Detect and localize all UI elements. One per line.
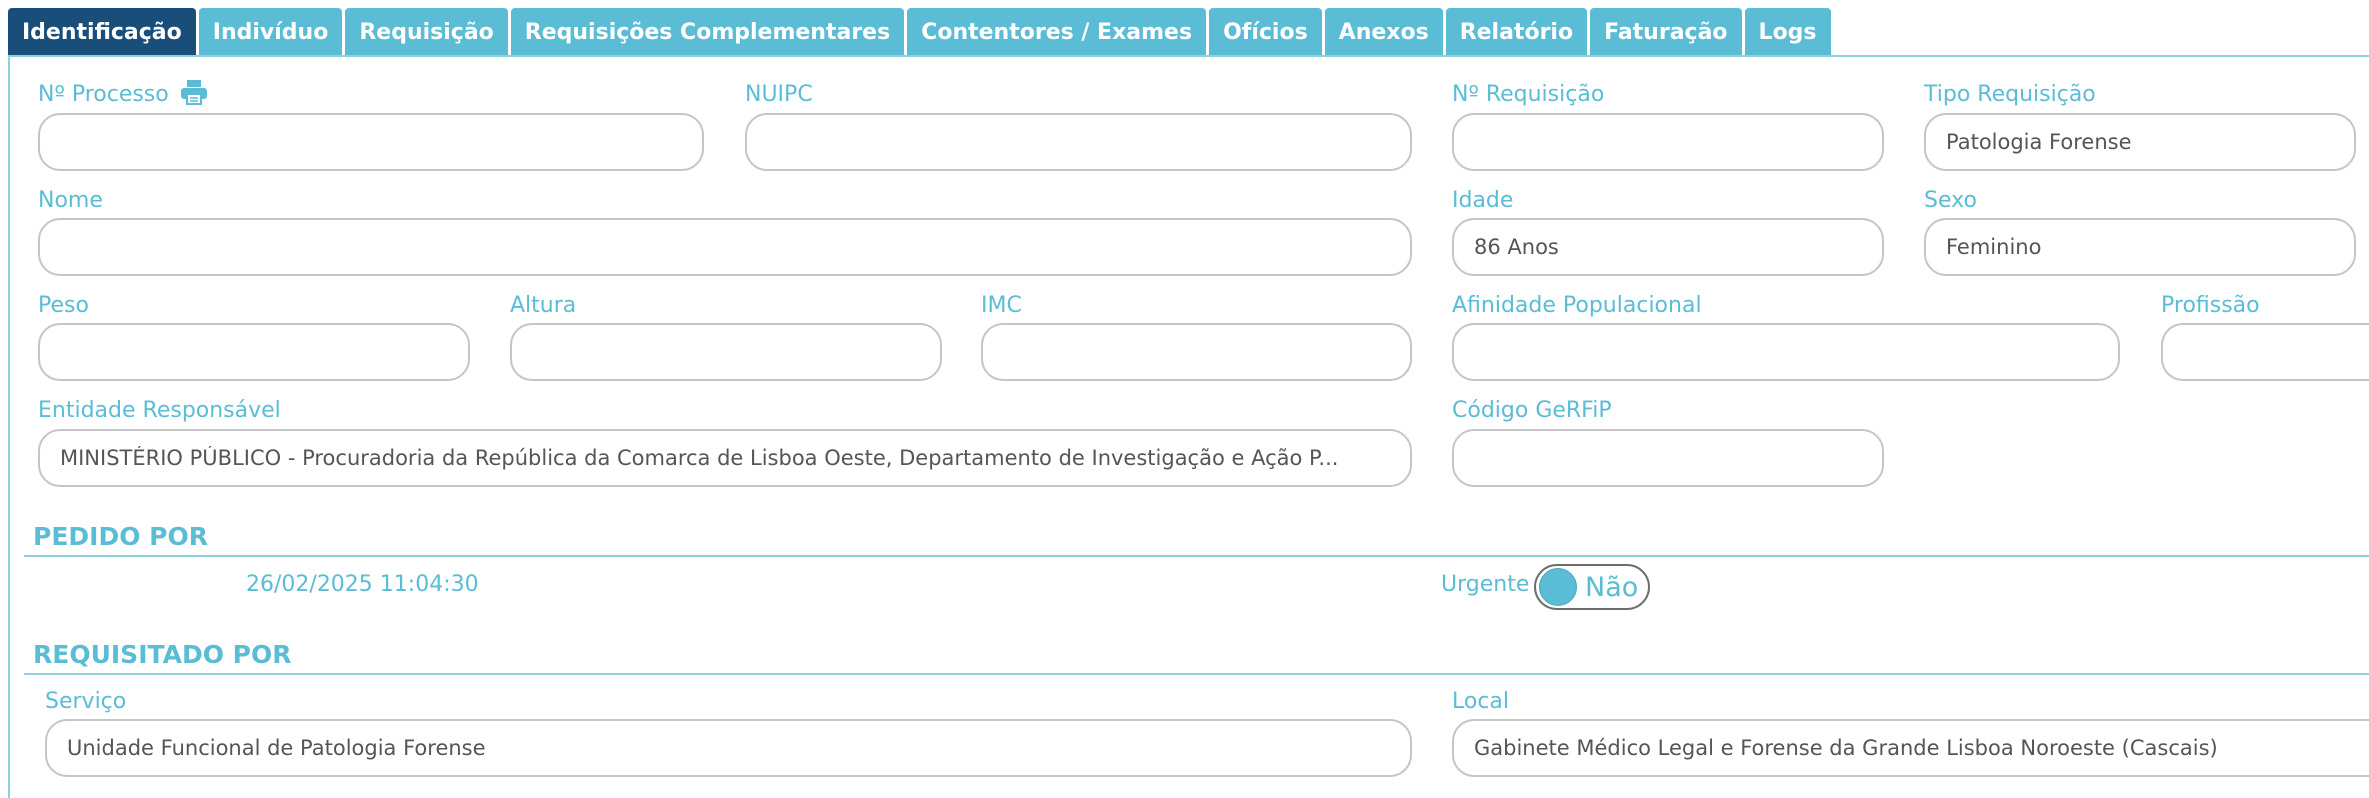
entidade-label: Entidade Responsável [38,398,281,423]
tipo-requisicao-label: Tipo Requisição [1924,82,2096,107]
tab-underline [8,55,2369,57]
pedido-por-divider [24,555,2369,557]
tipo-requisicao-input[interactable]: Patologia Forense [1924,113,2356,171]
profissao-label: Profissão [2161,293,2260,318]
printer-icon[interactable] [180,79,208,105]
tab-oficios[interactable]: Ofícios [1209,8,1322,56]
processo-input[interactable] [38,113,704,171]
afinidade-input[interactable] [1452,323,2120,381]
servico-label: Serviço [45,689,127,714]
nome-label: Nome [38,188,103,213]
tab-requisicoes-complementares[interactable]: Requisições Complementares [510,8,905,56]
nome-input[interactable] [38,218,1412,276]
idade-input[interactable]: 86 Anos [1452,218,1884,276]
local-label: Local [1452,689,1510,714]
imc-input[interactable] [981,323,1412,381]
afinidade-label: Afinidade Populacional [1452,293,1702,318]
urgente-toggle-label: Não [1585,571,1639,603]
peso-input[interactable] [38,323,470,381]
tab-bar: Identificação Indivíduo Requisição Requi… [8,8,1831,56]
nuipc-label: NUIPC [745,82,813,107]
gerfip-input[interactable] [1452,429,1884,487]
tab-relatorio[interactable]: Relatório [1445,8,1588,56]
tab-logs[interactable]: Logs [1744,8,1831,56]
urgente-label: Urgente [1441,572,1530,597]
toggle-knob [1539,568,1577,606]
processo-label: Nº Processo [38,82,169,107]
servico-input[interactable]: Unidade Funcional de Patologia Forense [45,719,1412,777]
local-input[interactable]: Gabinete Médico Legal e Forense da Grand… [1452,719,2369,777]
tab-identificacao[interactable]: Identificação [8,8,196,56]
sexo-label: Sexo [1924,188,1977,213]
requisicao-label: Nº Requisição [1452,82,1605,107]
idade-label: Idade [1452,188,1514,213]
tab-anexos[interactable]: Anexos [1324,8,1443,56]
requisitado-por-divider [24,673,2369,675]
pedido-por-heading: PEDIDO POR [33,522,208,551]
requisitado-por-heading: REQUISITADO POR [33,640,292,669]
entidade-input[interactable]: MINISTÉRIO PÚBLICO - Procuradoria da Rep… [38,429,1412,487]
tab-faturacao[interactable]: Faturação [1590,8,1742,56]
imc-label: IMC [981,293,1022,318]
nuipc-input[interactable] [745,113,1412,171]
peso-label: Peso [38,293,89,318]
pedido-datetime: 26/02/2025 11:04:30 [246,572,479,597]
panel-left-border [8,56,10,798]
profissao-input[interactable] [2161,323,2369,381]
requisicao-input[interactable] [1452,113,1884,171]
gerfip-label: Código GeRFiP [1452,398,1612,423]
tab-individuo[interactable]: Indivíduo [198,8,343,56]
sexo-input[interactable]: Feminino [1924,218,2356,276]
tab-contentores-exames[interactable]: Contentores / Exames [907,8,1207,56]
altura-label: Altura [510,293,577,318]
urgente-toggle[interactable]: Não [1534,564,1650,610]
altura-input[interactable] [510,323,942,381]
tab-requisicao[interactable]: Requisição [345,8,508,56]
